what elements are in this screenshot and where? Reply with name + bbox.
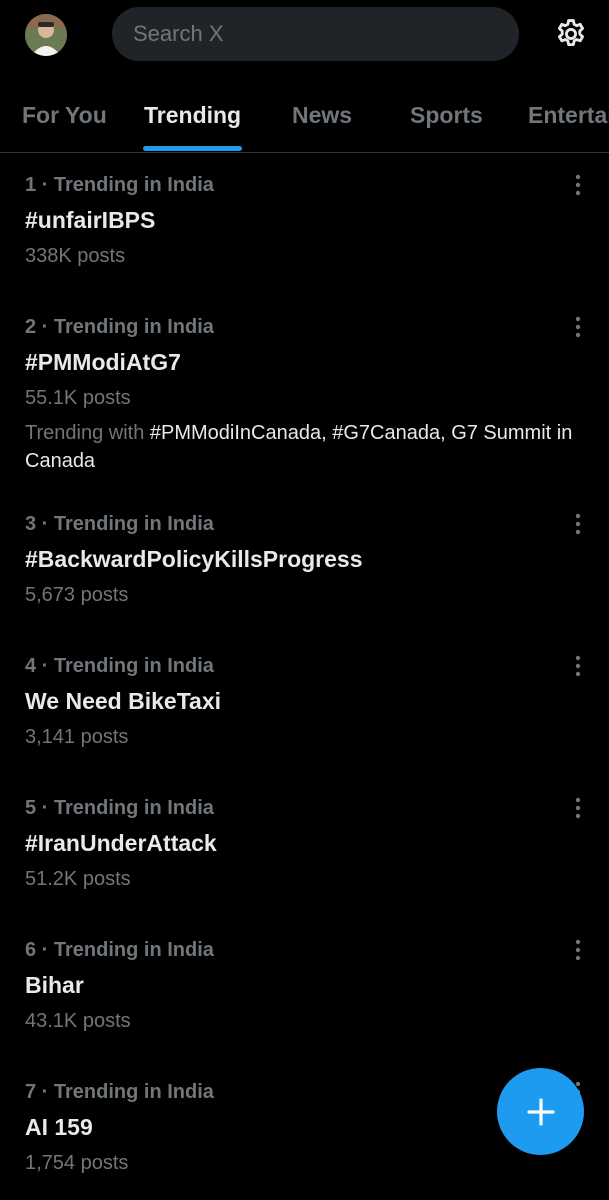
gear-icon (557, 19, 585, 47)
avatar-image (25, 14, 67, 56)
plus-icon (526, 1097, 555, 1126)
trend-meta: 3 · Trending in India (25, 513, 214, 535)
trending-with-label: Trending with (25, 422, 145, 444)
trend-meta: 6 · Trending in India (25, 939, 214, 961)
trend-meta: 5 · Trending in India (25, 797, 214, 819)
trend-title: #BackwardPolicyKillsProgress (25, 546, 363, 572)
more-options-button[interactable] (567, 938, 589, 962)
trend-post-count: 43.1K posts (25, 1010, 131, 1032)
active-tab-indicator (143, 146, 242, 151)
trend-item[interactable]: 3 · Trending in India #BackwardPolicyKil… (0, 492, 609, 634)
more-options-button[interactable] (567, 654, 589, 678)
trend-item[interactable]: 2 · Trending in India #PMModiAtG7 55.1K … (0, 295, 609, 492)
search-input[interactable] (131, 20, 495, 48)
trend-title: #unfairIBPS (25, 207, 156, 233)
trend-title: We Need BikeTaxi (25, 688, 222, 714)
compose-button[interactable] (497, 1068, 584, 1155)
trend-item[interactable]: 6 · Trending in India Bihar 43.1K posts (0, 918, 609, 1060)
more-vertical-icon (575, 174, 581, 196)
more-options-button[interactable] (567, 315, 589, 339)
trend-meta: 4 · Trending in India (25, 655, 214, 677)
tab-for-you[interactable]: For You (22, 102, 107, 129)
tab-sports[interactable]: Sports (410, 102, 483, 129)
trending-with-text: Trending with #PMModiInCanada, #G7Canada… (25, 419, 585, 475)
tab-entertainment[interactable]: Entertainment (528, 102, 609, 129)
trend-post-count: 5,673 posts (25, 584, 129, 606)
trend-title: Bihar (25, 972, 84, 998)
trend-item[interactable]: 1 · Trending in India #unfairIBPS 338K p… (0, 153, 609, 295)
trend-title: #IranUnderAttack (25, 830, 217, 856)
more-options-button[interactable] (567, 512, 589, 536)
more-vertical-icon (575, 939, 581, 961)
trend-item[interactable]: 4 · Trending in India We Need BikeTaxi 3… (0, 634, 609, 776)
more-vertical-icon (575, 513, 581, 535)
trend-title: #PMModiAtG7 (25, 349, 181, 375)
more-options-button[interactable] (567, 173, 589, 197)
trend-meta: 1 · Trending in India (25, 174, 214, 196)
trend-meta: 2 · Trending in India (25, 316, 214, 338)
trend-post-count: 1,754 posts (25, 1152, 129, 1174)
trend-post-count: 3,141 posts (25, 726, 129, 748)
trend-title: AI 159 (25, 1114, 93, 1140)
more-vertical-icon (575, 655, 581, 677)
top-bar (0, 0, 609, 72)
tab-news[interactable]: News (292, 102, 352, 129)
tab-trending[interactable]: Trending (144, 102, 241, 129)
search-bar[interactable] (112, 7, 519, 61)
more-vertical-icon (575, 316, 581, 338)
trend-post-count: 51.2K posts (25, 868, 131, 890)
trend-meta: 7 · Trending in India (25, 1081, 214, 1103)
settings-button[interactable] (552, 15, 590, 53)
trend-post-count: 55.1K posts (25, 387, 131, 409)
more-options-button[interactable] (567, 796, 589, 820)
tab-bar: For You Trending News Sports Entertainme… (0, 84, 609, 153)
trend-item[interactable]: 5 · Trending in India #IranUnderAttack 5… (0, 776, 609, 918)
more-vertical-icon (575, 797, 581, 819)
avatar[interactable] (25, 14, 67, 56)
trend-post-count: 338K posts (25, 245, 126, 267)
